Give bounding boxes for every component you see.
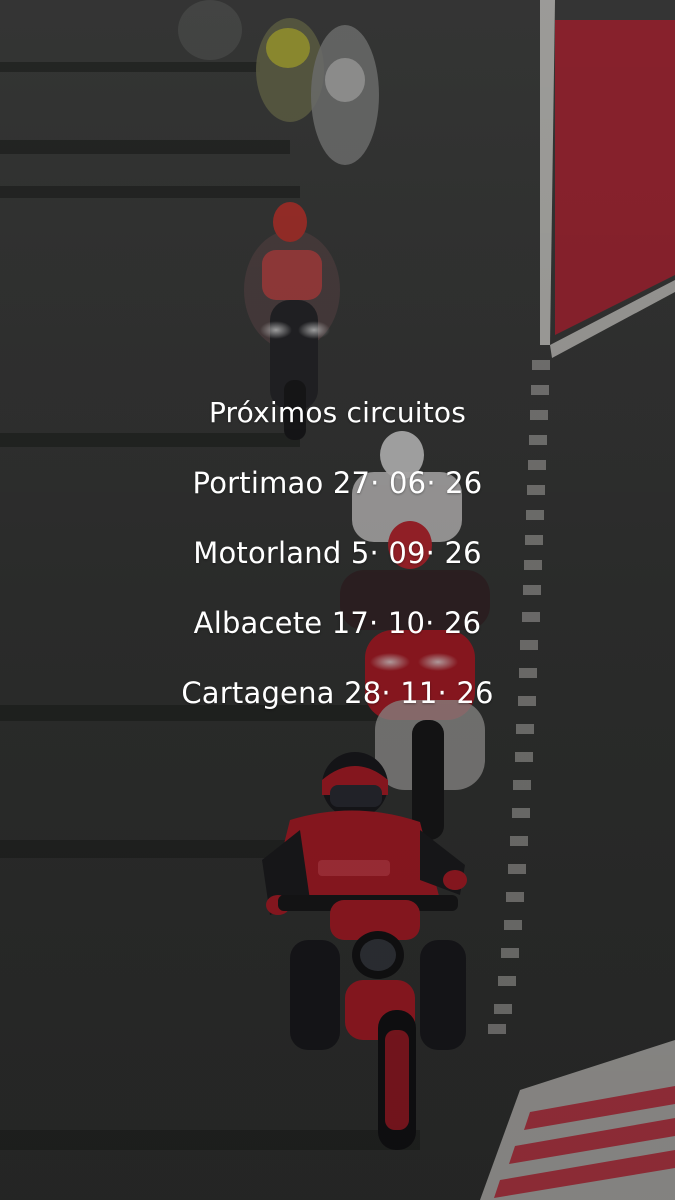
story-canvas: Próximos circuitos Portimao 27· 06· 26 M… — [0, 0, 675, 1200]
circuit-schedule: Próximos circuitos Portimao 27· 06· 26 M… — [0, 396, 675, 710]
schedule-heading: Próximos circuitos — [208, 396, 467, 429]
event-portimao: Portimao 27· 06· 26 — [192, 466, 483, 500]
event-albacete: Albacete 17· 10· 26 — [193, 606, 482, 640]
event-motorland: Motorland 5· 09· 26 — [193, 536, 482, 570]
event-cartagena: Cartagena 28· 11· 26 — [181, 676, 494, 710]
